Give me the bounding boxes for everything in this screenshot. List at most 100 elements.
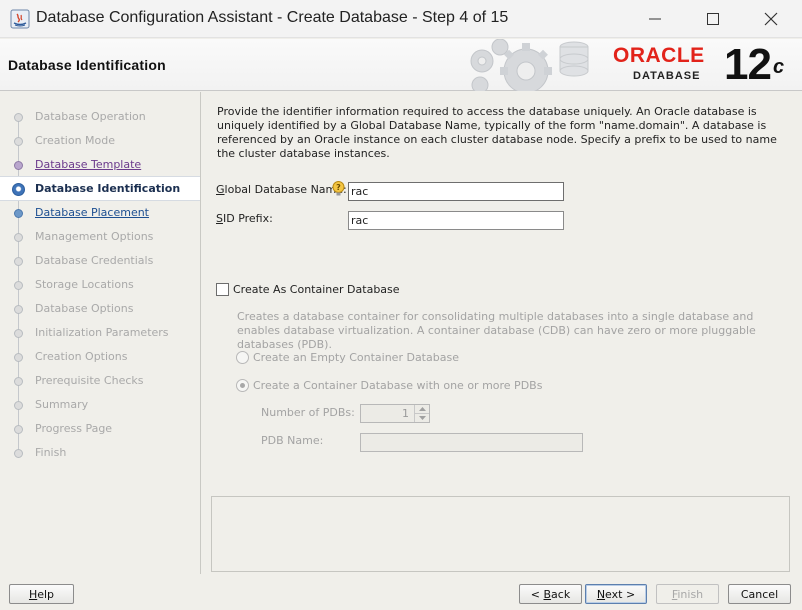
step-indicator-icon	[14, 209, 23, 218]
step-indicator-icon	[14, 377, 23, 386]
minimize-button[interactable]	[626, 0, 684, 38]
close-button[interactable]	[742, 0, 800, 38]
nav-step-management-options: Management Options	[0, 225, 200, 249]
finish-button-label: Finish	[671, 587, 704, 601]
nav-step-prerequisite-checks: Prerequisite Checks	[0, 369, 200, 393]
version-logo: 12 c	[724, 40, 784, 89]
cdb-with-pdbs-radio[interactable]	[236, 379, 249, 392]
nav-step-label: Summary	[35, 398, 89, 411]
sid-prefix-label: SID Prefix:	[216, 212, 273, 225]
maximize-button[interactable]	[684, 0, 742, 38]
next-button-label: Next >	[596, 587, 636, 601]
help-button[interactable]: Help	[9, 584, 74, 604]
spinner-up-arrow[interactable]	[415, 405, 429, 413]
step-indicator-icon	[14, 401, 23, 410]
step-indicator-icon	[14, 137, 23, 146]
page-title: Database Identification	[8, 57, 166, 73]
num-pdbs-value: 1	[402, 407, 409, 420]
nav-step-database-credentials: Database Credentials	[0, 249, 200, 273]
maximize-icon	[707, 13, 719, 25]
nav-step-database-identification[interactable]: Database Identification	[0, 176, 200, 201]
cdb-with-pdbs-label: Create a Container Database with one or …	[253, 379, 543, 392]
step-indicator-icon	[14, 161, 23, 170]
nav-step-label: Database Placement	[35, 206, 149, 219]
nav-step-label: Progress Page	[35, 422, 113, 435]
step-indicator-icon	[14, 305, 23, 314]
step-indicator-icon	[14, 257, 23, 266]
svg-text:?: ?	[336, 183, 341, 192]
close-icon	[764, 12, 778, 26]
nav-step-label: Database Options	[35, 302, 134, 315]
pdb-name-label: PDB Name:	[261, 434, 324, 447]
chevron-down-icon	[418, 415, 426, 420]
cdb-description: Creates a database container for consoli…	[237, 310, 756, 351]
empty-cdb-label: Create an Empty Container Database	[253, 351, 459, 364]
oracle-wordmark: ORACLE	[613, 44, 705, 67]
nav-step-label: Creation Mode	[35, 134, 116, 147]
hint-icon: ?	[332, 181, 345, 196]
version-number: 12	[724, 40, 772, 89]
step-indicator-icon	[14, 449, 23, 458]
step-indicator-icon	[14, 281, 23, 290]
nav-step-finish: Finish	[0, 441, 200, 465]
nav-step-creation-options: Creation Options	[0, 345, 200, 369]
spinner-down-arrow[interactable]	[415, 413, 429, 421]
nav-step-database-template[interactable]: Database Template	[0, 153, 200, 177]
step-navigation: Database Operation Creation Mode Database …	[0, 92, 201, 574]
cancel-button[interactable]: Cancel	[728, 584, 791, 604]
global-db-name-label: Global Database Name:	[216, 183, 347, 196]
nav-step-summary: Summary	[0, 393, 200, 417]
java-app-icon	[10, 9, 30, 29]
num-pdbs-spinner[interactable]: 1	[360, 404, 430, 423]
back-button-label: < Back	[530, 587, 571, 601]
nav-step-label: Management Options	[35, 230, 154, 243]
chevron-up-icon	[418, 407, 426, 411]
nav-step-database-placement[interactable]: Database Placement	[0, 201, 200, 225]
nav-step-label: Database Identification	[35, 182, 181, 195]
window-title: Database Configuration Assistant - Creat…	[36, 9, 509, 26]
nav-step-label: Finish	[35, 446, 67, 459]
finish-button[interactable]: Finish	[656, 584, 719, 604]
message-area	[211, 496, 790, 572]
window-titlebar: Database Configuration Assistant - Creat…	[0, 0, 802, 38]
nav-step-label: Initialization Parameters	[35, 326, 169, 339]
nav-step-label: Storage Locations	[35, 278, 134, 291]
step-indicator-icon	[12, 183, 25, 196]
empty-cdb-radio[interactable]	[236, 351, 249, 364]
sid-prefix-label-text: ID Prefix:	[222, 212, 273, 225]
nav-step-label: Database Template	[35, 158, 142, 171]
nav-step-database-options: Database Options	[0, 297, 200, 321]
minimize-icon	[649, 18, 661, 20]
create-cdb-label: Create As Container Database	[233, 283, 400, 296]
nav-step-initialization-parameters: Initialization Parameters	[0, 321, 200, 345]
step-indicator-icon	[14, 113, 23, 122]
cancel-button-label: Cancel	[740, 587, 779, 601]
global-db-name-label-text: lobal Database Name:	[224, 183, 347, 196]
gears-graphic	[470, 39, 589, 91]
nav-step-label: Prerequisite Checks	[35, 374, 144, 387]
version-suffix: c	[772, 56, 784, 78]
back-button[interactable]: < Back	[519, 584, 582, 604]
oracle-logo: ORACLE DATABASE	[613, 44, 705, 83]
nav-step-progress-page: Progress Page	[0, 417, 200, 441]
help-button-label: Help	[28, 587, 55, 601]
sid-prefix-input[interactable]	[348, 211, 564, 230]
nav-step-label: Database Operation	[35, 110, 146, 123]
header-banner: Database Identification ORACLE DATABASE …	[0, 39, 802, 91]
step-indicator-icon	[14, 353, 23, 362]
step-indicator-icon	[14, 233, 23, 242]
pdb-name-input[interactable]	[360, 433, 583, 452]
nav-step-creation-mode: Creation Mode	[0, 129, 200, 153]
nav-step-storage-locations: Storage Locations	[0, 273, 200, 297]
next-button[interactable]: Next >	[585, 584, 647, 604]
step-indicator-icon	[14, 425, 23, 434]
nav-step-label: Creation Options	[35, 350, 128, 363]
num-pdbs-label: Number of PDBs:	[261, 406, 355, 419]
nav-step-label: Database Credentials	[35, 254, 154, 267]
global-db-name-input[interactable]	[348, 182, 564, 201]
step-indicator-icon	[14, 329, 23, 338]
oracle-database-label: DATABASE	[633, 70, 701, 82]
page-description: Provide the identifier information requi…	[217, 105, 777, 160]
nav-step-database-operation: Database Operation	[0, 105, 200, 129]
create-cdb-checkbox[interactable]	[216, 283, 229, 296]
